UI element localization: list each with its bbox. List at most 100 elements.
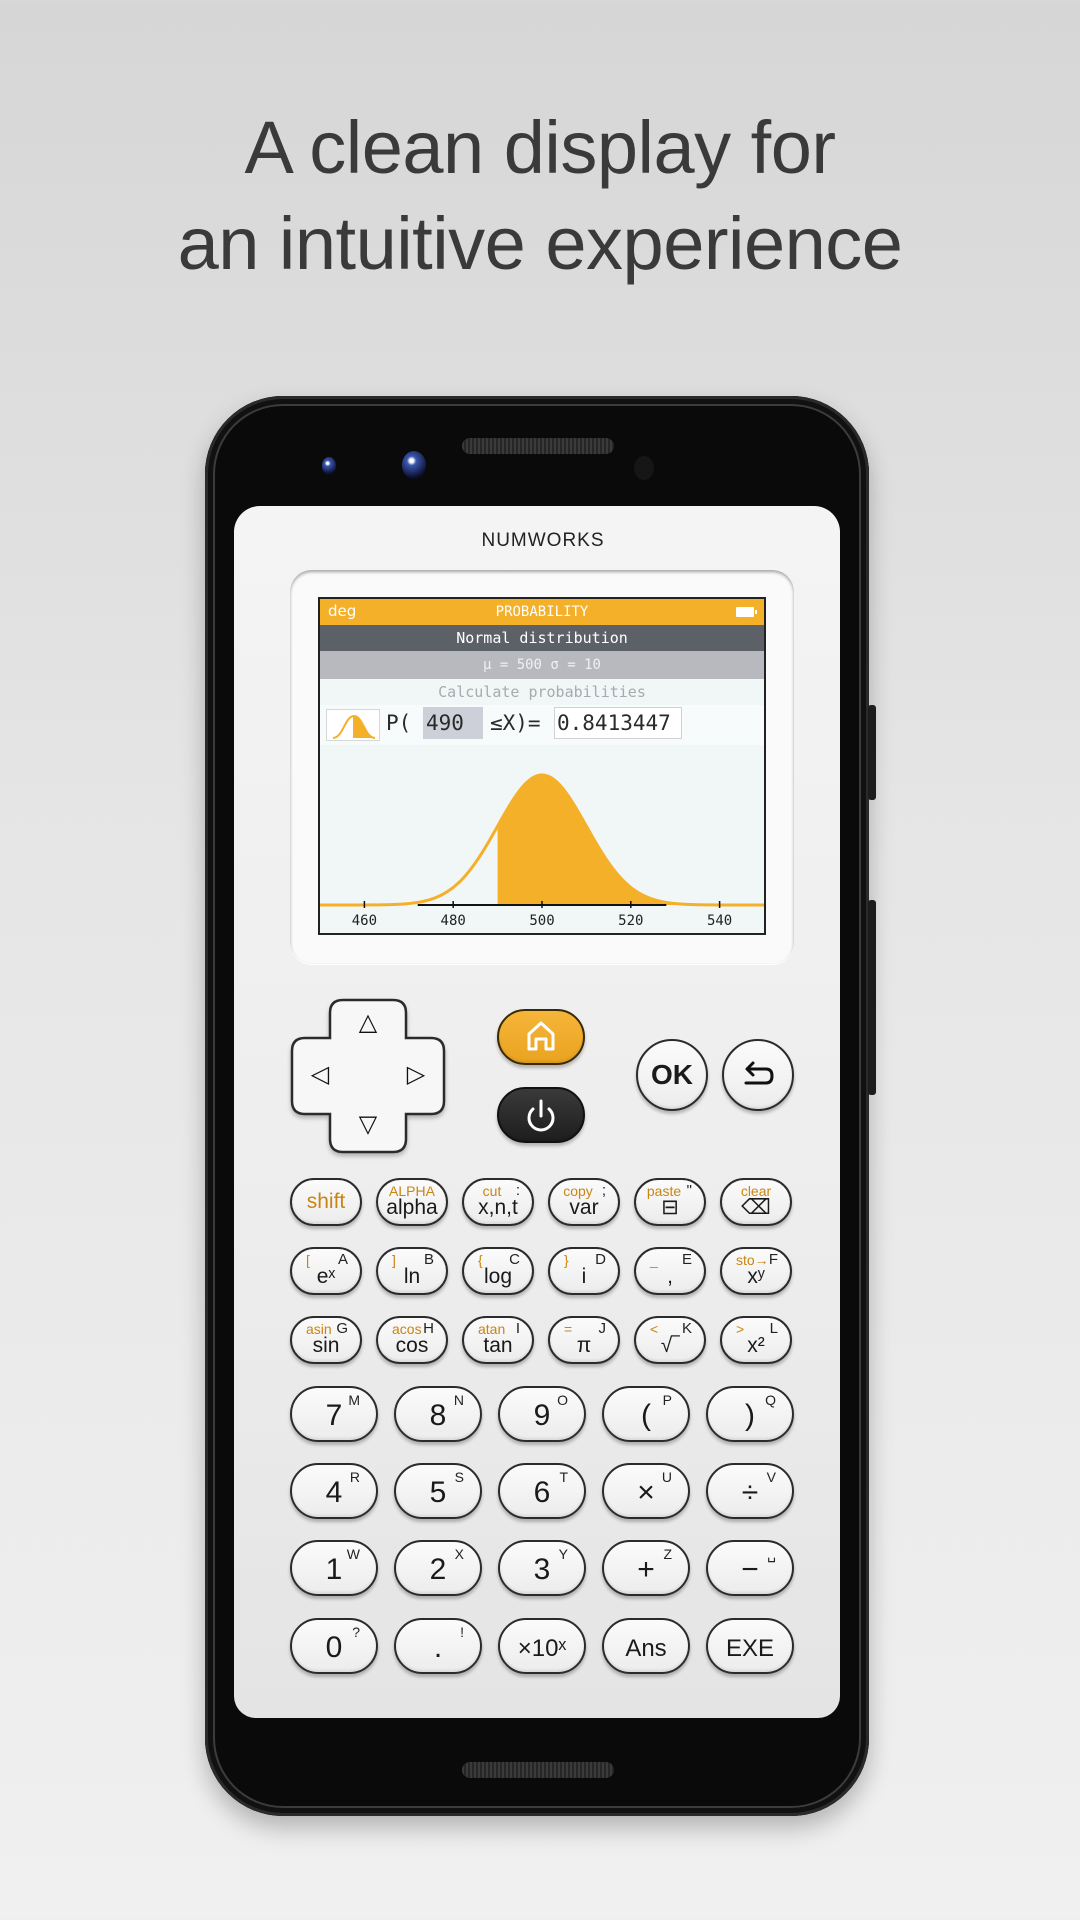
key-alpha-label: V <box>766 1469 776 1485</box>
bound-input[interactable]: 490 <box>423 707 483 739</box>
key-main-label: ( <box>641 1399 651 1432</box>
volume-button <box>868 705 876 800</box>
key--3-1[interactable]: .! <box>394 1618 482 1674</box>
key-main-label: 3 <box>533 1553 551 1586</box>
key-10-3-2[interactable]: ×10ˣ <box>498 1618 586 1674</box>
key-main-label: π <box>576 1334 592 1357</box>
key-cut-0-2[interactable]: cut: x,n,t <box>462 1178 534 1226</box>
key-acos-2-1[interactable]: acos Hcos <box>376 1316 448 1364</box>
key-sym-1-3[interactable]: } Di <box>548 1247 620 1295</box>
key-alpha-label: X <box>454 1546 464 1562</box>
key-alpha-label: N <box>453 1392 464 1408</box>
bottom-speaker <box>462 1762 614 1778</box>
key--2-3[interactable]: + Z <box>602 1540 690 1596</box>
back-button[interactable] <box>722 1039 794 1111</box>
key-main-label: − <box>741 1553 759 1586</box>
back-arrow-icon <box>744 1061 774 1085</box>
home-icon <box>527 1021 555 1051</box>
key-sym-1-0[interactable]: [Aeˣ <box>290 1247 362 1295</box>
key-sym-1-1[interactable]: ] Bln <box>376 1247 448 1295</box>
key-sym-1-2[interactable]: {Clog <box>462 1247 534 1295</box>
key-main-label: eˣ <box>316 1265 336 1288</box>
key-main-label: + <box>637 1553 655 1586</box>
key--2-4[interactable]: − ␣ <box>706 1540 794 1596</box>
key-main-label: xʸ <box>747 1265 765 1288</box>
app-title: PROBABILITY <box>495 604 589 620</box>
key-9-0-2[interactable]: 9O <box>498 1386 586 1442</box>
key-5-1-1[interactable]: 5S <box>394 1463 482 1519</box>
earpiece-speaker <box>462 438 614 454</box>
key-sym-2-5[interactable]: > Lx² <box>720 1316 792 1364</box>
key-alpha-label: ? <box>352 1624 360 1640</box>
key-copy-0-3[interactable]: copy; var <box>548 1178 620 1226</box>
x-tick-label: 540 <box>707 913 732 929</box>
key-alpha-label: Z <box>663 1546 672 1562</box>
key-main-label: var <box>569 1196 599 1219</box>
backspace-icon: ⌫ <box>741 1196 771 1219</box>
probability-result[interactable]: 0.8413447 <box>554 707 682 739</box>
key-alpha-label: T <box>559 1469 568 1485</box>
key-main-label: 2 <box>429 1553 447 1586</box>
x-tick-label: 520 <box>618 913 643 929</box>
key-main-label: x² <box>747 1334 765 1357</box>
ok-button[interactable]: OK <box>636 1039 708 1111</box>
power-button[interactable] <box>497 1087 585 1143</box>
key-main-label: √‾ <box>660 1334 680 1357</box>
section-label: Calculate probabilities <box>438 683 646 701</box>
key-clear-0-5[interactable]: clear ⌫ <box>720 1178 792 1226</box>
key-1-2-0[interactable]: 1W <box>290 1540 378 1596</box>
key-6-1-2[interactable]: 6T <box>498 1463 586 1519</box>
key-main-label: 9 <box>533 1399 551 1432</box>
key-main-label: 4 <box>325 1476 343 1509</box>
key-3-2-2[interactable]: 3Y <box>498 1540 586 1596</box>
right-tail-distribution-icon[interactable] <box>326 709 380 741</box>
dpad-left-button[interactable]: ◁ <box>302 1060 338 1088</box>
key-main-label: × <box>637 1476 655 1509</box>
key-main-label: cos <box>395 1334 429 1357</box>
key-EXE-3-4[interactable]: EXE <box>706 1618 794 1674</box>
key-main-label: Ans <box>625 1635 667 1662</box>
key-main-label: 6 <box>533 1476 551 1509</box>
key-shift-0-0[interactable]: shift <box>290 1178 362 1226</box>
key-main-label: shift <box>306 1190 346 1213</box>
key-sym-1-4[interactable]: _ E, <box>634 1247 706 1295</box>
key-sym-2-3[interactable]: = Jπ <box>548 1316 620 1364</box>
key-alpha-label: O <box>557 1392 568 1408</box>
key-2-2-1[interactable]: 2X <box>394 1540 482 1596</box>
key-ALPHA-0-1[interactable]: ALPHA alpha <box>376 1178 448 1226</box>
key-atan-2-2[interactable]: atan Itan <box>462 1316 534 1364</box>
key-0-3-0[interactable]: 0? <box>290 1618 378 1674</box>
key-main-label: ln <box>403 1265 421 1288</box>
x-tick-label: 480 <box>441 913 466 929</box>
key-main-label: tan <box>483 1334 513 1357</box>
key-sym-2-4[interactable]: < K √‾ <box>634 1316 706 1364</box>
key-paste-0-4[interactable]: paste " ⊟ <box>634 1178 706 1226</box>
key-main-label: sin <box>312 1334 340 1357</box>
key-7-0-0[interactable]: 7M <box>290 1386 378 1442</box>
key--0-3[interactable]: (P <box>602 1386 690 1442</box>
key-main-label: ) <box>745 1399 755 1432</box>
key-alpha-label: U <box>661 1469 672 1485</box>
key--1-4[interactable]: ÷ V <box>706 1463 794 1519</box>
key-main-label: 7 <box>325 1399 343 1432</box>
dpad-down-button[interactable]: ▽ <box>350 1110 386 1138</box>
key-asin-2-0[interactable]: asin Gsin <box>290 1316 362 1364</box>
headline-line-1: A clean display for <box>244 106 836 189</box>
key-main-label: 5 <box>429 1476 447 1509</box>
key-Ans-3-3[interactable]: Ans <box>602 1618 690 1674</box>
power-icon <box>527 1099 555 1132</box>
key-sto-1-5[interactable]: sto→ Fxʸ <box>720 1247 792 1295</box>
key-4-1-0[interactable]: 4R <box>290 1463 378 1519</box>
dpad-right-button[interactable]: ▷ <box>398 1060 434 1088</box>
dpad-up-button[interactable]: △ <box>350 1008 386 1036</box>
key-main-label: EXE <box>725 1635 775 1662</box>
key-8-0-1[interactable]: 8N <box>394 1386 482 1442</box>
proximity-sensor-icon <box>634 456 654 480</box>
probability-relation: ≤X)= <box>490 711 541 735</box>
key--0-4[interactable]: ) Q <box>706 1386 794 1442</box>
x-tick-label: 460 <box>352 913 377 929</box>
key-main-label: alpha <box>386 1196 438 1219</box>
home-button[interactable] <box>497 1009 585 1065</box>
key-alpha-label: ␣ <box>767 1546 776 1562</box>
key--1-3[interactable]: × U <box>602 1463 690 1519</box>
